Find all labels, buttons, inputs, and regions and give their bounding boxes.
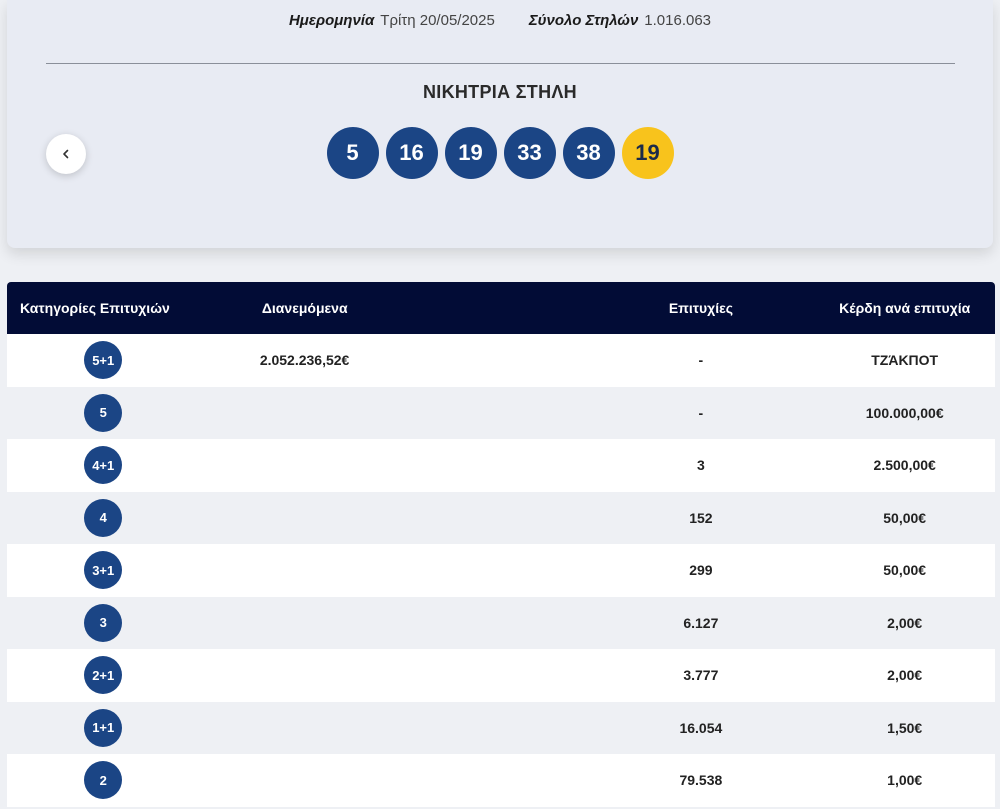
prize-cell: 2,00€ [887,614,923,631]
prize-cell: ΤΖΆΚΠΟΤ [871,352,939,369]
category-badge: 4 [84,498,123,537]
col-categories: Κατηγορίες Επιτυχιών [20,300,170,316]
distributed-cell: 2.052.236,52€ [259,352,350,369]
winning-ball: 19 [444,127,497,179]
divider [46,63,955,64]
col-prize-per-winner: Κέρδη ανά επιτυχία [839,300,971,316]
prize-cell: 2,00€ [887,667,923,684]
table-row: 1+1 16.054 1,50€ [7,701,995,754]
winning-numbers: 5 16 19 33 38 19 [7,127,993,179]
category-badge: 2 [84,761,123,800]
winners-cell: 79.538 [679,772,723,789]
date-value: Τρίτη 20/05/2025 [380,12,495,29]
table-row: 5+1 2.052.236,52€ - ΤΖΆΚΠΟΤ [7,334,995,387]
winning-ball: 5 [326,127,379,179]
table-header: Κατηγορίες Επιτυχιών Διανεμόμενα Επιτυχί… [7,282,995,334]
table-row: 4+1 3 2.500,00€ [7,439,995,492]
prize-cell: 50,00€ [883,562,927,579]
category-badge: 2+1 [84,656,123,695]
winning-column-title: ΝΙΚΗΤΡΙΑ ΣΤΗΛΗ [422,82,577,102]
category-badge: 1+1 [84,708,123,747]
winning-ball: 33 [503,127,556,179]
winners-cell: - [698,404,704,421]
total-columns-label: Σύνολο Στηλών [528,12,639,29]
prize-cell: 100.000,00€ [865,404,944,421]
table-row: 3 6.127 2,00€ [7,596,995,649]
winners-cell: - [698,352,704,369]
winners-cell: 6.127 [683,614,719,631]
date-label: Ημερομηνία [288,12,375,29]
col-winners: Επιτυχίες [668,300,734,316]
table-row: 5 - 100.000,00€ [7,386,995,439]
prize-cell: 1,50€ [887,719,923,736]
prize-cell: 50,00€ [883,509,927,526]
col-distributed: Διανεμόμενα [261,300,348,316]
prize-cell: 2.500,00€ [873,457,936,474]
table-row: 4 152 50,00€ [7,491,995,544]
prize-cell: 1,00€ [887,772,923,789]
table-body: 5+1 2.052.236,52€ - ΤΖΆΚΠΟΤ 5 - 100.000,00€ 4+1… [7,334,995,807]
table-row: 2 79.538 1,00€ [7,754,995,807]
winners-cell: 152 [689,509,713,526]
draw-summary-card: Ημερομηνία Τρίτη 20/05/2025 Σύνολο Στηλών 1… [7,0,993,248]
category-badge: 5+1 [84,341,123,380]
category-badge: 3+1 [84,551,123,590]
category-badge: 4+1 [84,446,123,485]
table-row: 3+1 299 50,00€ [7,544,995,597]
table-row: 2+1 3.777 2,00€ [7,649,995,702]
winners-cell: 3 [696,457,705,474]
category-badge: 3 [84,603,123,642]
winners-cell: 299 [689,562,713,579]
category-badge: 5 [84,393,123,432]
winners-cell: 16.054 [679,719,723,736]
draw-meta: Ημερομηνία Τρίτη 20/05/2025 Σύνολο Στηλών 1… [7,12,993,29]
winning-ball: 16 [385,127,438,179]
winners-cell: 3.777 [683,667,719,684]
prize-table: Κατηγορίες Επιτυχιών Διανεμόμενα Επιτυχί… [7,282,995,807]
bonus-ball: 19 [621,127,674,179]
winning-ball: 38 [562,127,615,179]
total-columns-value: 1.016.063 [644,12,712,29]
